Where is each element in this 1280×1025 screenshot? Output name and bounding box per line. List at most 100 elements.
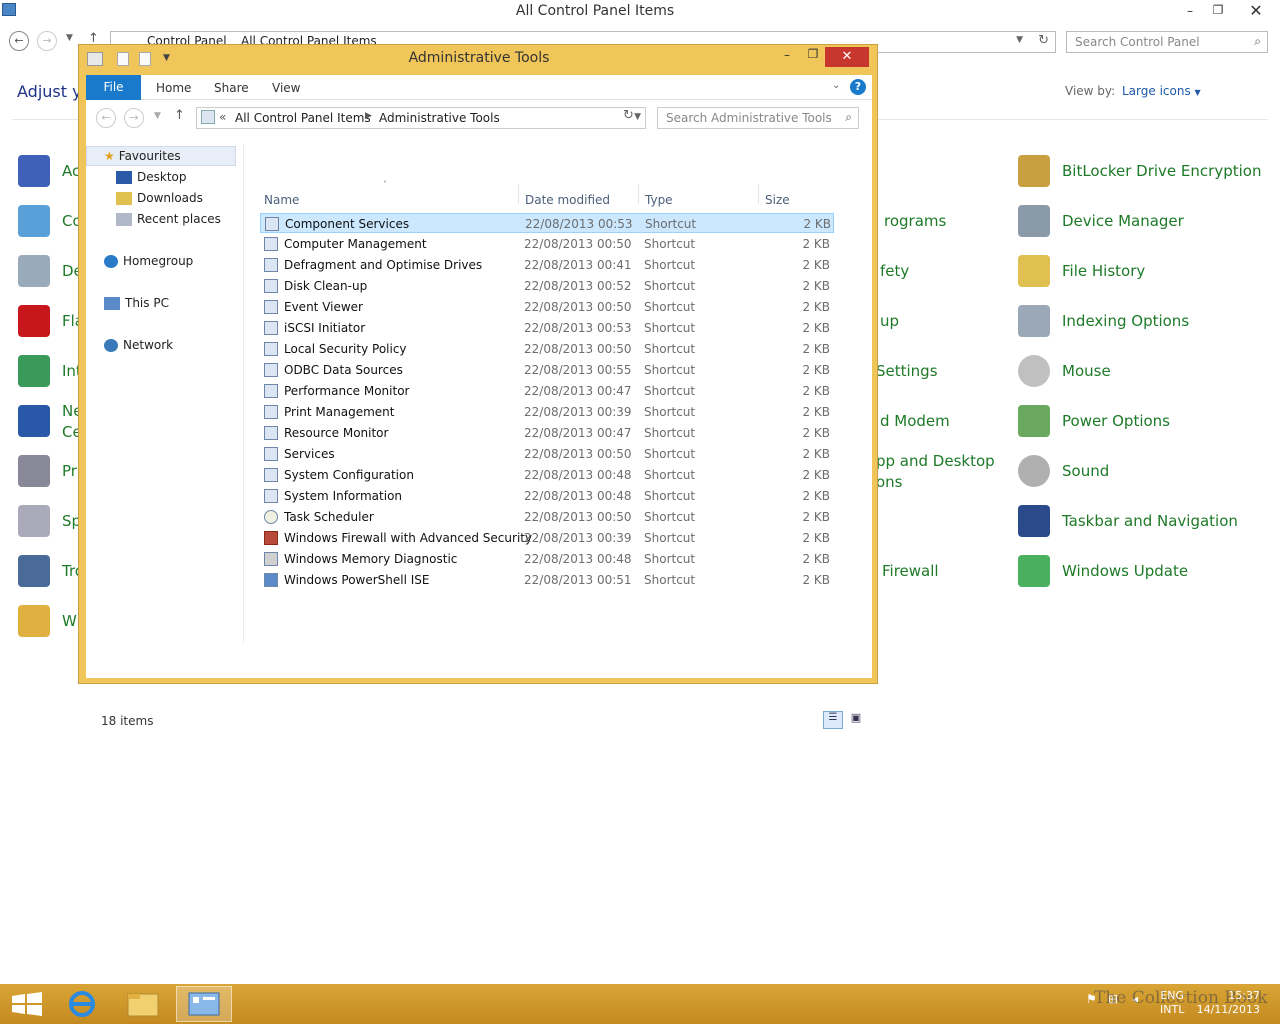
bg-forward-icon[interactable]: → [37,31,57,51]
details-view-icon[interactable]: ☰ [823,711,843,729]
device-manager-icon[interactable] [1018,205,1050,237]
action-center-icon[interactable] [18,155,50,187]
tab-home[interactable]: Home [156,81,191,95]
nav-item-homegroup[interactable]: Homegroup [104,254,193,268]
bg-close-button[interactable]: ✕ [1244,1,1268,20]
column-separator[interactable] [638,184,639,204]
file-explorer-button[interactable] [116,986,172,1022]
bitlocker-icon[interactable] [1018,155,1050,187]
cp-item-power-options[interactable]: Power Options [1062,412,1170,430]
bg-refresh-icon[interactable]: ↻ [1038,33,1049,48]
file-row[interactable]: Print Management 22/08/2013 00:39 Shortcut… [260,402,834,422]
cp-item-sound[interactable]: Sound [1062,462,1109,480]
mouse-icon[interactable] [1018,355,1050,387]
column-header-date-modified[interactable]: Date modified [525,193,610,207]
ribbon-expand-chevron-icon[interactable]: ⌄ [832,80,840,91]
internet-explorer-button[interactable] [56,986,112,1022]
forward-icon[interactable]: → [124,108,144,128]
file-row[interactable]: Windows PowerShell ISE 22/08/2013 00:51 Sh… [260,570,834,590]
close-button[interactable]: ✕ [825,47,869,67]
help-icon[interactable]: ? [850,79,866,95]
cp-item-bitlocker[interactable]: BitLocker Drive Encryption [1062,162,1261,180]
troubleshooting-icon[interactable] [18,555,50,587]
cp-item-mid-7[interactable]: Firewall [882,562,939,580]
breadcrumb-administrative-tools[interactable]: Administrative Tools [379,111,500,125]
cp-item-mid-5[interactable]: pp and Desktop [876,452,995,470]
address-bar[interactable]: « All Control Panel Items ▶ Administrati… [196,107,646,129]
microphone-icon[interactable] [18,505,50,537]
file-row[interactable]: Services 22/08/2013 00:50 Shortcut 2 KB [260,444,834,464]
cp-item-mouse[interactable]: Mouse [1062,362,1111,380]
file-row[interactable]: System Information 22/08/2013 00:48 Shortc… [260,486,834,506]
bg-search-icon[interactable]: ⌕ [1254,34,1261,49]
language-indicator[interactable]: ENG INTL [1160,989,1184,1017]
file-row[interactable]: Component Services 22/08/2013 00:53 Shortc… [260,213,834,233]
nav-item-desktop[interactable]: Desktop [116,170,187,184]
large-icons-view-icon[interactable]: ▣ [847,711,865,729]
bg-maximize-button[interactable]: ❐ [1208,3,1228,17]
nav-item-network[interactable]: Network [104,338,173,352]
recent-locations-chevron-icon[interactable]: ▼ [154,111,161,121]
power-options-icon[interactable] [1018,405,1050,437]
address-overflow-chevron[interactable]: « [219,110,226,124]
programs-icon[interactable] [18,455,50,487]
clock[interactable]: 15:37 14/11/2013 [1197,989,1260,1017]
nav-item-downloads[interactable]: Downloads [116,191,203,205]
bg-minimize-button[interactable]: – [1180,4,1200,18]
bg-address-dropdown-icon[interactable]: ▼ [1016,35,1023,45]
file-row[interactable]: Computer Management 22/08/2013 00:50 Short… [260,234,834,254]
file-row[interactable]: iSCSI Initiator 22/08/2013 00:53 Shortcut 2… [260,318,834,338]
file-row[interactable]: Performance Monitor 22/08/2013 00:47 Short… [260,381,834,401]
cp-item-mid-0[interactable]: rograms [884,212,946,230]
file-row[interactable]: Disk Clean-up 22/08/2013 00:52 Shortcut 2 K… [260,276,834,296]
bg-search-input[interactable]: Search Control Panel ⌕ [1066,31,1268,53]
column-header-size[interactable]: Size [765,193,790,207]
refresh-icon[interactable]: ↻ [623,108,634,123]
file-row[interactable]: System Configuration 22/08/2013 00:48 Shor… [260,465,834,485]
devices-printers-icon[interactable] [18,255,50,287]
cp-item-file-history[interactable]: File History [1062,262,1145,280]
file-row[interactable]: Defragment and Optimise Drives 22/08/2013… [260,255,834,275]
nav-item-recent-places[interactable]: Recent places [116,212,221,226]
file-row[interactable]: Windows Memory Diagnostic 22/08/2013 00:4… [260,549,834,569]
bg-back-icon[interactable]: ← [9,31,29,51]
search-input[interactable]: Search Administrative Tools ⌕ [657,107,859,129]
cp-item-left-10[interactable]: W [62,612,77,630]
minimize-button[interactable]: – [777,48,797,62]
file-row[interactable]: Task Scheduler 22/08/2013 00:50 Shortcut 2 … [260,507,834,527]
tab-share[interactable]: Share [214,81,249,95]
column-separator[interactable] [518,184,519,204]
cp-item-taskbar-navigation[interactable]: Taskbar and Navigation [1062,512,1238,530]
cp-item-mid-1[interactable]: fety [880,262,909,280]
tab-view[interactable]: View [272,81,300,95]
file-row[interactable]: Resource Monitor 22/08/2013 00:47 Shortcut… [260,423,834,443]
view-by-dropdown[interactable]: Large icons ▼ [1122,84,1201,98]
start-button[interactable] [0,986,56,1022]
cp-item-left-7[interactable]: Pr [62,462,77,480]
cp-item-indexing-options[interactable]: Indexing Options [1062,312,1189,330]
bg-recent-chevron-icon[interactable]: ▼ [66,33,73,43]
breadcrumb-all-control-panel-items[interactable]: All Control Panel Items [235,111,371,125]
up-icon[interactable]: ↑ [174,108,185,123]
address-dropdown-icon[interactable]: ▼ [634,112,641,122]
back-icon[interactable]: ← [96,108,116,128]
file-row[interactable]: Event Viewer 22/08/2013 00:50 Shortcut 2 KB [260,297,834,317]
cp-item-windows-update[interactable]: Windows Update [1062,562,1188,580]
cp-item-mid-6[interactable]: ons [876,473,903,491]
windows-update-icon[interactable] [1018,555,1050,587]
nav-item-favourites[interactable]: ★ Favourites [104,149,181,163]
maximize-button[interactable]: ❐ [803,47,823,61]
column-separator[interactable] [758,184,759,204]
sound-icon[interactable] [1018,455,1050,487]
indexing-options-icon[interactable] [1018,305,1050,337]
file-row[interactable]: Windows Firewall with Advanced Security 2… [260,528,834,548]
internet-options-icon[interactable] [18,355,50,387]
tab-file[interactable]: File [86,75,141,100]
cp-item-mid-4[interactable]: d Modem [880,412,950,430]
network-sharing-icon[interactable] [18,405,50,437]
control-panel-taskbar-button[interactable] [176,986,232,1022]
column-header-name[interactable]: Name [264,193,299,207]
cp-item-mid-3[interactable]: Settings [876,362,938,380]
cp-item-device-manager[interactable]: Device Manager [1062,212,1184,230]
nav-item-this-pc[interactable]: This PC [104,296,169,310]
